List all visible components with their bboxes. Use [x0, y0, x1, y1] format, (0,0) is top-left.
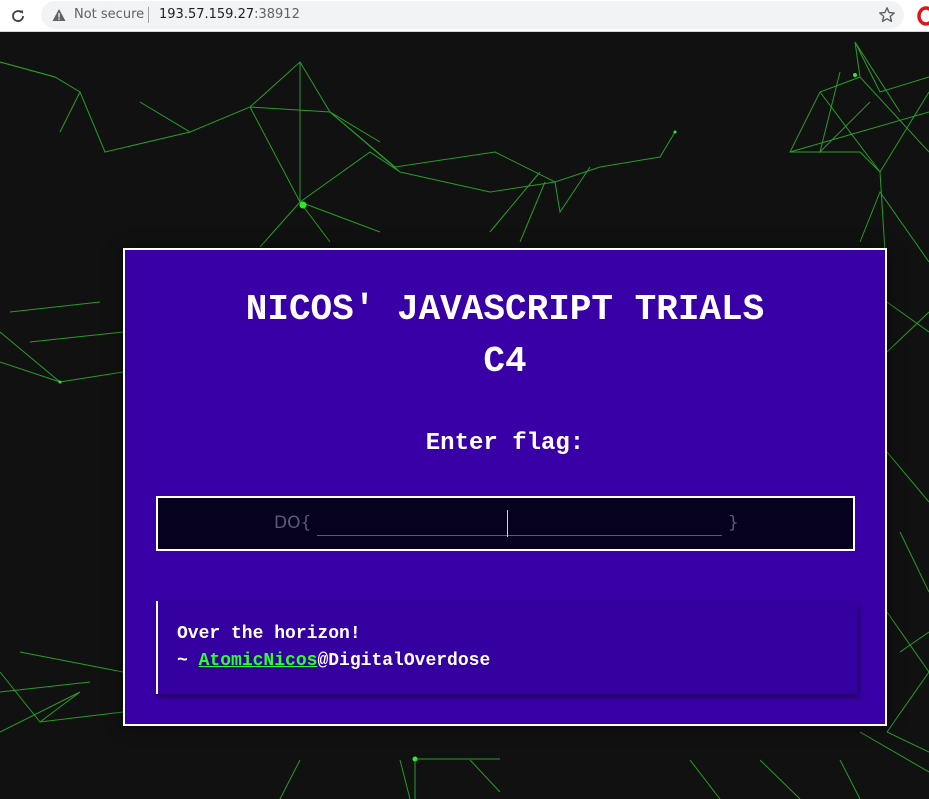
omnibox-divider: [148, 7, 149, 23]
flag-prompt: Enter flag:: [425, 430, 585, 457]
quote-tilde: ~: [177, 651, 199, 671]
browser-toolbar: Not secure 193.57.159.27:38912: [0, 0, 929, 32]
quote-attribution: ~ AtomicNicos@DigitalOverdose: [177, 648, 857, 675]
url-host: 193.57.159.27: [159, 7, 255, 22]
quote-text: Over the horizon!: [177, 624, 361, 644]
flag-prefix: DO{: [274, 513, 312, 533]
title-line-2: C4: [483, 341, 527, 382]
star-icon[interactable]: [878, 6, 896, 24]
page-title: NICOS' JAVASCRIPT TRIALS C4: [125, 284, 885, 388]
title-line-1: NICOS' JAVASCRIPT TRIALS: [245, 289, 765, 330]
url-text[interactable]: 193.57.159.27:38912: [159, 7, 300, 22]
security-status-text[interactable]: Not secure: [74, 7, 144, 22]
url-port: :38912: [254, 7, 300, 22]
author-suffix: @DigitalOverdose: [317, 651, 491, 671]
flag-suffix: }: [728, 513, 739, 533]
reload-button[interactable]: [8, 6, 28, 26]
reload-icon: [12, 10, 24, 22]
flag-underline: [317, 535, 722, 536]
quote-block: Over the horizon! ~ AtomicNicos@DigitalO…: [156, 601, 857, 694]
flag-input[interactable]: DO{ }: [156, 496, 855, 551]
warning-triangle-icon[interactable]: [52, 8, 66, 22]
opera-icon[interactable]: [916, 6, 929, 26]
challenge-panel: NICOS' JAVASCRIPT TRIALS C4 Enter flag: …: [123, 248, 887, 726]
author-link[interactable]: AtomicNicos: [199, 651, 318, 671]
text-caret: [507, 510, 508, 537]
address-bar[interactable]: Not secure 193.57.159.27:38912: [41, 1, 904, 29]
